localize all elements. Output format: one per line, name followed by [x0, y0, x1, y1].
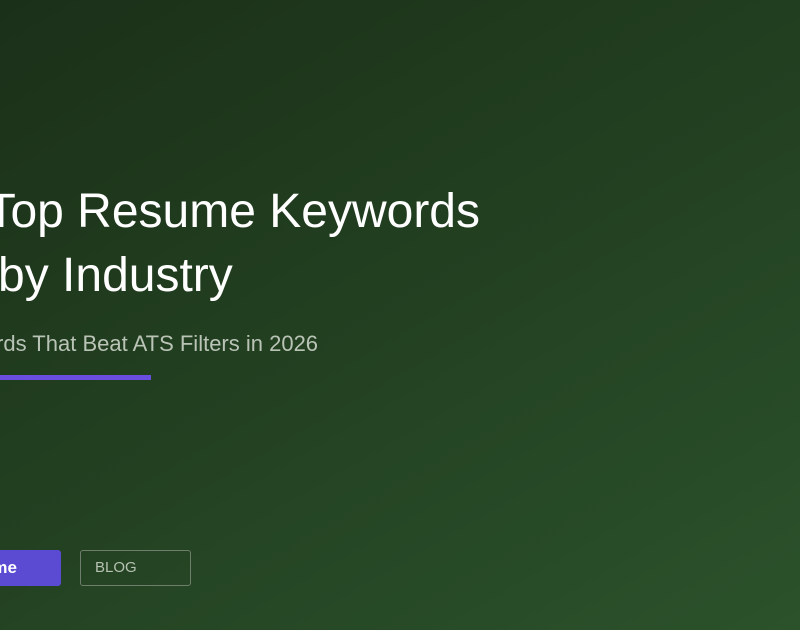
- hero-section: Top Resume Keywords by Industry Keywords…: [0, 0, 800, 630]
- page-title: Top Resume Keywords by Industry: [0, 180, 480, 308]
- title-line-2: by Industry: [0, 249, 233, 302]
- accent-divider: [0, 375, 151, 380]
- blog-button[interactable]: BLOG: [80, 550, 191, 586]
- title-line-1: Top Resume Keywords: [0, 185, 480, 238]
- page-subtitle: Keywords That Beat ATS Filters in 2026: [0, 331, 319, 356]
- home-button[interactable]: Home: [0, 550, 61, 586]
